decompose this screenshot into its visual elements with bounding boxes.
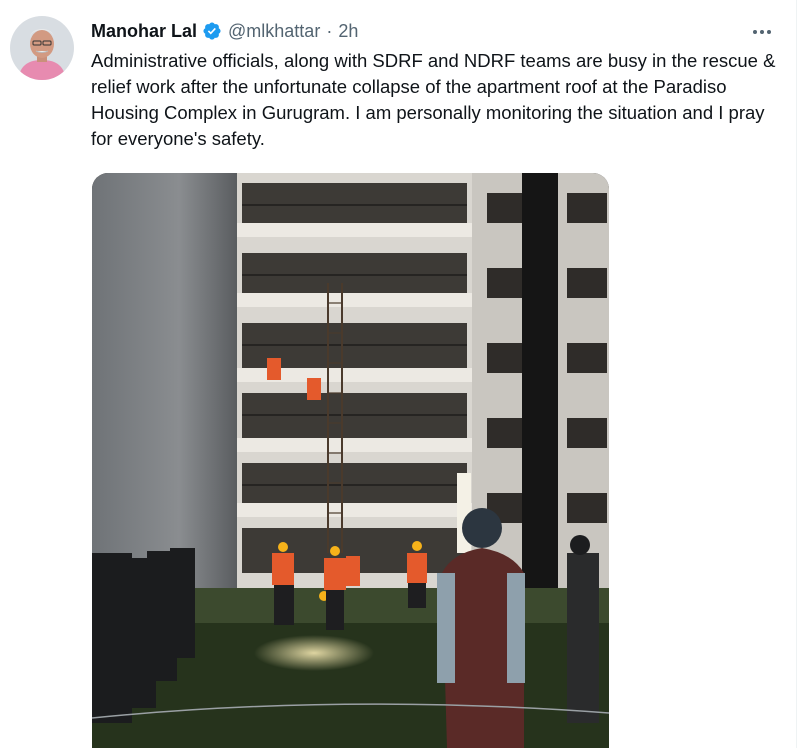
tweet-time[interactable]: 2h (338, 21, 358, 42)
timeline-border (796, 0, 797, 748)
avatar[interactable] (10, 16, 74, 80)
separator-dot: · (326, 20, 333, 41)
tweet-text: Administrative officials, along with SDR… (91, 50, 776, 149)
avatar-image (10, 16, 74, 80)
verified-badge-icon (202, 21, 222, 41)
author-name[interactable]: Manohar Lal (91, 21, 197, 42)
more-options-button[interactable] (748, 18, 776, 46)
author-handle[interactable]: @mlkhattar (228, 21, 320, 42)
rescue-scene-image (92, 173, 609, 748)
tweet-header: Manohar Lal @mlkhattar · 2h (91, 19, 358, 43)
more-options-icon (753, 30, 771, 34)
tweet-photo[interactable] (92, 173, 609, 748)
